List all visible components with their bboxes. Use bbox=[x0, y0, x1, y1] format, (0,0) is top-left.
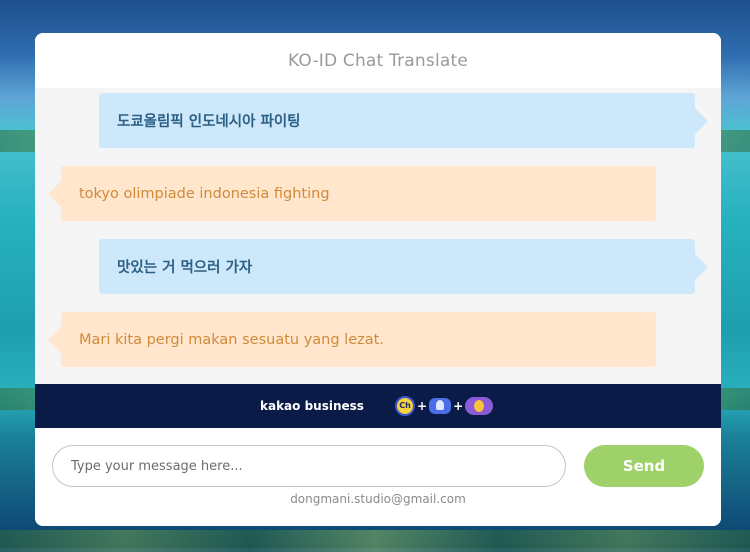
kakao-channel-icon: Ch bbox=[395, 396, 415, 416]
person-icon bbox=[465, 397, 494, 415]
message-text: tokyo olimpiade indonesia fighting bbox=[79, 185, 330, 202]
contact-email: dongmani.studio@gmail.com bbox=[290, 492, 466, 506]
plus-sign: + bbox=[453, 399, 464, 413]
chat-window: KO-ID Chat Translate 도쿄올림픽 인도네시아 파이팅 tok… bbox=[35, 33, 721, 526]
kakao-business-logo: kakao business bbox=[260, 399, 364, 413]
outgoing-message: 도쿄올림픽 인도네시아 파이팅 bbox=[99, 93, 708, 148]
message-text: Mari kita pergi makan sesuatu yang lezat… bbox=[79, 331, 384, 348]
banner-icons: Ch + + bbox=[395, 394, 494, 418]
incoming-message: Mari kita pergi makan sesuatu yang lezat… bbox=[48, 312, 656, 367]
plus-sign: + bbox=[417, 399, 428, 413]
kakao-business-banner[interactable]: kakao business Ch + + bbox=[35, 384, 721, 428]
message-text: 도쿄올림픽 인도네시아 파이팅 bbox=[117, 114, 301, 130]
incoming-message: tokyo olimpiade indonesia fighting bbox=[48, 166, 656, 221]
outgoing-message: 맛있는 거 먹으러 가자 bbox=[99, 239, 708, 294]
send-button[interactable]: Send bbox=[584, 445, 704, 487]
background-island bbox=[0, 530, 750, 552]
page-title: KO-ID Chat Translate bbox=[287, 50, 469, 71]
rocket-icon bbox=[429, 398, 452, 414]
message-input[interactable] bbox=[52, 445, 566, 487]
header: KO-ID Chat Translate bbox=[35, 33, 721, 89]
composer: Send dongmani.studio@gmail.com bbox=[35, 428, 721, 526]
message-text: 맛있는 거 먹으러 가자 bbox=[117, 260, 253, 276]
message-list[interactable]: 도쿄올림픽 인도네시아 파이팅 tokyo olimpiade indonesi… bbox=[35, 88, 721, 384]
